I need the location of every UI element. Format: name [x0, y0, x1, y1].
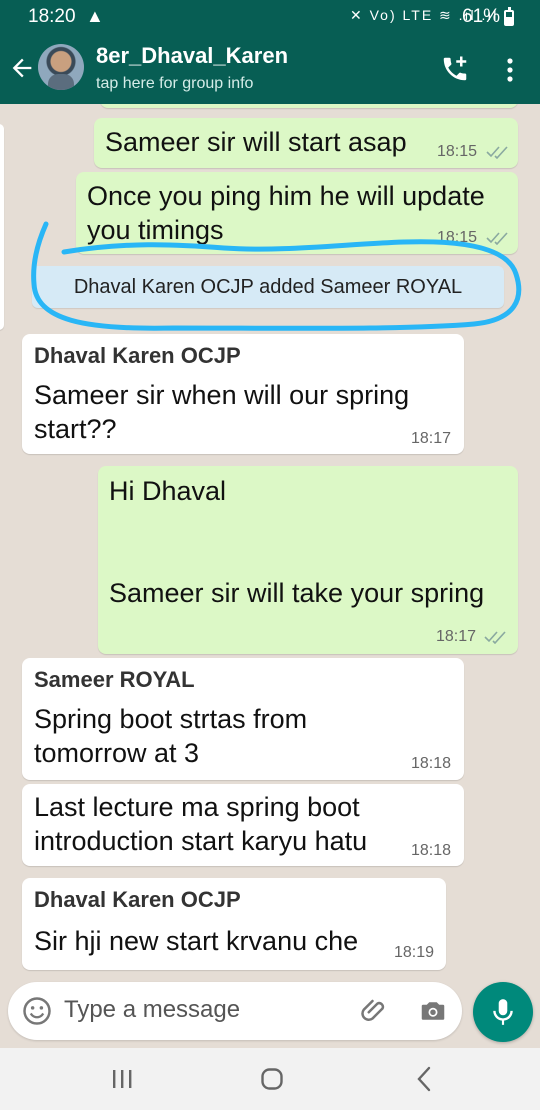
group-title[interactable]: 8er_Dhaval_Karen	[96, 43, 288, 69]
message-time: 18:17	[436, 628, 477, 645]
message-text: Last lecture ma spring boot introduction…	[34, 792, 368, 856]
sender-name: Dhaval Karen OCJP	[34, 343, 241, 368]
group-info-hint[interactable]: tap here for group info	[96, 75, 253, 93]
message-bubble-partial	[100, 104, 518, 108]
message-list[interactable]: Sameer sir will start asap 18:15 Once yo…	[0, 104, 540, 974]
more-vert-icon[interactable]	[498, 56, 522, 84]
battery-level: 61%	[462, 6, 501, 27]
sender-name: Sameer ROYAL	[34, 667, 195, 692]
message-text: Hi Dhaval Sameer sir will take your spri…	[109, 476, 485, 608]
message-time: 18:18	[411, 755, 452, 772]
message-time: 18:15	[437, 143, 478, 160]
recents-icon[interactable]	[110, 1068, 134, 1090]
message-text: Spring boot strtas from tomorrow at 3	[34, 704, 308, 768]
message-input[interactable]: Type a message	[64, 996, 240, 1024]
system-navigation-bar	[0, 1048, 540, 1110]
attach-icon[interactable]	[360, 996, 390, 1026]
message-bubble-partial	[0, 124, 4, 330]
read-ticks-icon	[486, 232, 508, 245]
warning-icon: ▲	[86, 6, 104, 26]
chat-header[interactable]: 8er_Dhaval_Karen tap here for group info	[0, 34, 540, 104]
read-ticks-icon	[484, 631, 506, 644]
read-ticks-icon	[486, 146, 508, 159]
back-arrow-icon[interactable]	[8, 54, 36, 82]
system-message: Dhaval Karen OCJP added Sameer ROYAL	[32, 266, 504, 308]
message-outgoing[interactable]: Hi Dhaval Sameer sir will take your spri…	[98, 466, 518, 654]
message-time: 18:18	[411, 842, 452, 859]
message-text: Sameer sir when will our spring start??	[34, 380, 410, 444]
message-outgoing[interactable]: Once you ping him he will update you tim…	[76, 172, 518, 254]
message-text: Once you ping him he will update you tim…	[87, 181, 485, 245]
message-incoming[interactable]: Dhaval Karen OCJP Sir hji new start krva…	[22, 878, 446, 970]
message-outgoing[interactable]: Sameer sir will start asap 18:15	[94, 118, 518, 168]
message-text: Sameer sir will start asap	[105, 127, 407, 157]
sender-name: Dhaval Karen OCJP	[34, 887, 241, 912]
status-bar: 18:20 ▲ ✕ Vo) LTE ≋ .ıl .ıl 61%	[0, 0, 540, 34]
emoji-icon[interactable]	[22, 996, 52, 1026]
mic-icon	[493, 999, 513, 1025]
add-call-icon[interactable]	[440, 54, 470, 84]
home-icon[interactable]	[260, 1067, 284, 1091]
message-incoming[interactable]: Last lecture ma spring boot introduction…	[22, 784, 464, 866]
message-time: 18:19	[394, 944, 435, 961]
camera-icon[interactable]	[418, 996, 448, 1026]
avatar[interactable]	[38, 44, 84, 90]
status-time: 18:20	[28, 6, 76, 27]
voice-record-button[interactable]	[473, 982, 533, 1042]
message-incoming[interactable]: Dhaval Karen OCJP Sameer sir when will o…	[22, 334, 464, 454]
message-composer[interactable]: Type a message	[8, 982, 462, 1040]
battery-icon	[504, 7, 514, 26]
message-time: 18:15	[437, 229, 478, 246]
message-text: Sir hji new start krvanu che	[34, 926, 359, 956]
message-incoming[interactable]: Sameer ROYAL Spring boot strtas from tom…	[22, 658, 464, 780]
nav-back-icon[interactable]	[414, 1066, 434, 1092]
message-time: 18:17	[411, 430, 452, 447]
